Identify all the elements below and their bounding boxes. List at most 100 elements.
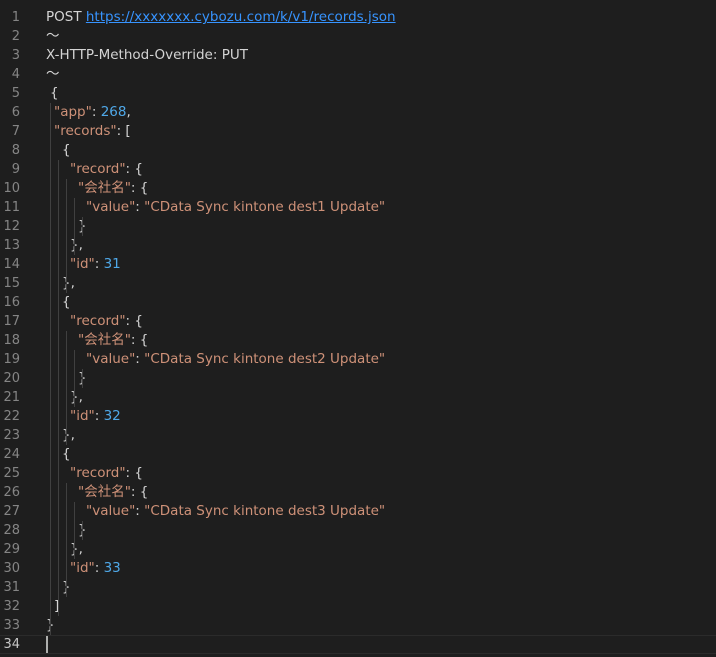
code-token: "record"	[70, 161, 126, 177]
code-line[interactable]: 30 "id": 33	[0, 559, 716, 578]
line-number: 34	[3, 637, 20, 652]
line-number: 26	[3, 485, 20, 500]
code-token: 32	[103, 408, 121, 424]
code-line[interactable]: 24 {	[0, 445, 716, 464]
code-token: :	[135, 199, 145, 215]
line-content: 〜	[46, 65, 60, 84]
line-number: 31	[3, 580, 20, 595]
code-line[interactable]: 17 "record": {	[0, 312, 716, 331]
line-content: "会社名": {	[78, 331, 148, 350]
code-line[interactable]: 7 "records": [	[0, 122, 716, 141]
code-line[interactable]: 9 "record": {	[0, 160, 716, 179]
code-token: "CData Sync kintone dest2 Update"	[144, 351, 386, 367]
line-number: 15	[3, 276, 20, 291]
line-number: 30	[3, 561, 20, 576]
code-token: "CData Sync kintone dest3 Update"	[144, 503, 386, 519]
code-line[interactable]: 23},	[0, 426, 716, 445]
code-line[interactable]: 27 "value": "CData Sync kintone dest3 Upd…	[0, 502, 716, 521]
code-editor[interactable]: 1 POST https://xxxxxxx.cybozu.com/k/v1/re…	[0, 0, 716, 657]
code-token: : {	[125, 161, 143, 177]
code-line[interactable]: 19 "value": "CData Sync kintone dest2 Upd…	[0, 350, 716, 369]
line-number: 9	[11, 162, 20, 177]
code-token: "value"	[86, 199, 136, 215]
code-line[interactable]: 5{	[0, 84, 716, 103]
code-token: : {	[125, 465, 143, 481]
code-line[interactable]: 21},	[0, 388, 716, 407]
code-line[interactable]: 4 〜	[0, 65, 716, 84]
code-line[interactable]: 1 POST https://xxxxxxx.cybozu.com/k/v1/re…	[0, 8, 716, 27]
line-content: "app": 268,	[54, 103, 131, 122]
code-token: "value"	[86, 503, 136, 519]
line-content: POST https://xxxxxxx.cybozu.com/k/v1/rec…	[46, 8, 396, 27]
code-token: {	[50, 85, 59, 101]
code-line[interactable]: 8{	[0, 141, 716, 160]
indent-guide	[74, 502, 75, 559]
code-line[interactable]: 22 "id": 32	[0, 407, 716, 426]
line-number: 18	[3, 333, 20, 348]
code-line[interactable]: 32]	[0, 597, 716, 616]
code-token: "id"	[70, 256, 95, 272]
line-number: 22	[3, 409, 20, 424]
code-token: : {	[130, 484, 149, 500]
line-number: 13	[3, 238, 20, 253]
code-token: "record"	[70, 313, 126, 329]
line-content: },	[70, 540, 83, 559]
line-number: 8	[11, 143, 20, 158]
line-content: {	[62, 445, 71, 464]
code-token: 268	[100, 104, 127, 120]
text-cursor	[46, 636, 48, 653]
line-content: "record": {	[70, 464, 143, 483]
url-link[interactable]: https://xxxxxxx.cybozu.com/k/v1/records.…	[86, 9, 396, 25]
line-content: "record": {	[70, 312, 143, 331]
line-number: 16	[3, 295, 20, 310]
code-line[interactable]: 6 "app": 268,	[0, 103, 716, 122]
code-line[interactable]: 2 〜	[0, 27, 716, 46]
line-content: "会社名": {	[78, 179, 148, 198]
code-token: POST	[46, 9, 86, 25]
code-line[interactable]: 34	[0, 635, 716, 654]
line-number: 32	[3, 599, 20, 614]
code-line[interactable]: 16 {	[0, 293, 716, 312]
code-line[interactable]: 28}	[0, 521, 716, 540]
code-line[interactable]: 14 "id": 31	[0, 255, 716, 274]
indent-guide	[58, 160, 59, 616]
line-number: 5	[11, 86, 20, 101]
line-number: 4	[11, 67, 20, 82]
code-token: :	[135, 351, 145, 367]
line-number: 11	[3, 200, 20, 215]
indent-guide	[82, 217, 83, 236]
indent-guide	[82, 521, 83, 540]
code-token: :	[94, 560, 104, 576]
code-line[interactable]: 31}	[0, 578, 716, 597]
indent-guide	[66, 483, 67, 597]
code-line[interactable]: 20}	[0, 369, 716, 388]
code-line[interactable]: 3 X-HTTP-Method-Override: PUT	[0, 46, 716, 65]
code-line[interactable]: 12}	[0, 217, 716, 236]
code-line[interactable]: 15},	[0, 274, 716, 293]
line-content: },	[62, 426, 75, 445]
code-line[interactable]: 26 "会社名": {	[0, 483, 716, 502]
code-token: "会社名"	[78, 332, 131, 348]
line-content: "会社名": {	[78, 483, 148, 502]
line-content: {	[62, 293, 71, 312]
code-token: "value"	[86, 351, 136, 367]
code-token: "会社名"	[78, 180, 131, 196]
line-number: 23	[3, 428, 20, 443]
line-number: 1	[11, 10, 20, 25]
line-content: "record": {	[70, 160, 143, 179]
line-content: },	[70, 388, 83, 407]
code-line[interactable]: 13},	[0, 236, 716, 255]
code-line[interactable]: 29},	[0, 540, 716, 559]
line-content: "records": [	[54, 122, 131, 141]
line-number: 14	[3, 257, 20, 272]
code-line[interactable]: 25 "record": {	[0, 464, 716, 483]
code-line[interactable]: 11 "value": "CData Sync kintone dest1 Upd…	[0, 198, 716, 217]
code-line[interactable]: 10 "会社名": {	[0, 179, 716, 198]
code-line[interactable]: 33}	[0, 616, 716, 635]
code-token: : [	[116, 123, 131, 139]
code-line[interactable]: 18 "会社名": {	[0, 331, 716, 350]
line-content: "value": "CData Sync kintone dest3 Updat…	[86, 502, 385, 521]
code-token: {	[62, 142, 71, 158]
code-token: },	[70, 389, 83, 405]
line-number: 29	[3, 542, 20, 557]
